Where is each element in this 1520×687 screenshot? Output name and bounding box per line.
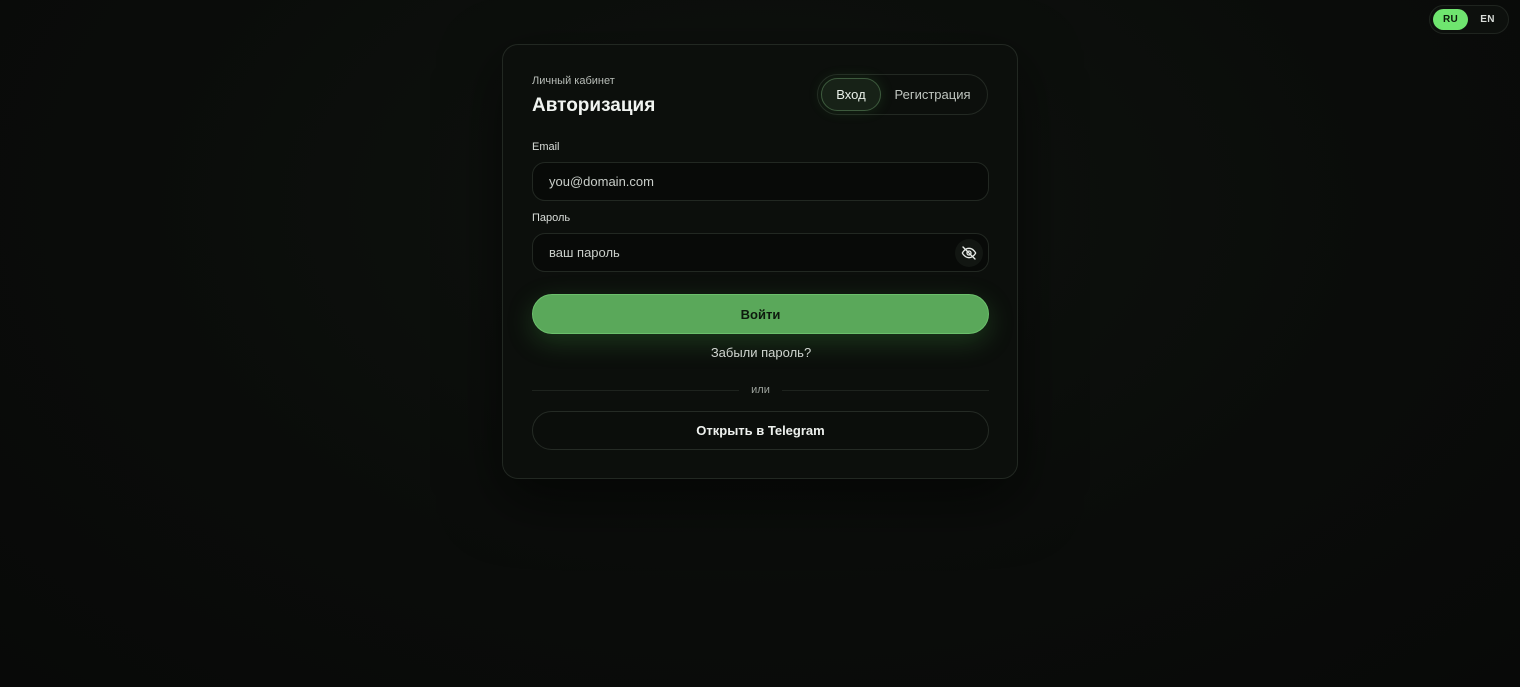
tab-register[interactable]: Регистрация xyxy=(881,78,984,111)
divider-label: или xyxy=(751,384,770,396)
auth-mode-tabs: Вход Регистрация xyxy=(817,74,988,115)
email-label: Email xyxy=(532,141,560,153)
divider-line-left xyxy=(532,389,740,391)
divider-line-right xyxy=(781,389,989,391)
eye-off-icon xyxy=(961,245,977,260)
email-field[interactable] xyxy=(547,173,974,190)
tab-login[interactable]: Вход xyxy=(821,78,881,111)
email-field-wrap xyxy=(532,162,989,201)
lang-ru-button[interactable]: RU xyxy=(1433,9,1468,30)
divider: или xyxy=(532,382,989,398)
language-switch: RU EN xyxy=(1429,5,1509,34)
lang-en-button[interactable]: EN xyxy=(1470,9,1505,30)
page: RU EN Личный кабинет Авторизация Вход Ре… xyxy=(0,0,1520,687)
password-label: Пароль xyxy=(532,212,571,224)
password-field[interactable] xyxy=(547,244,955,261)
forgot-password-link[interactable]: Забыли пароль? xyxy=(503,345,1019,360)
password-field-wrap xyxy=(532,233,989,272)
login-button[interactable]: Войти xyxy=(532,294,989,334)
auth-card: Личный кабинет Авторизация Вход Регистра… xyxy=(502,44,1018,479)
toggle-password-visibility-button[interactable] xyxy=(955,238,983,267)
open-in-telegram-button[interactable]: Открыть в Telegram xyxy=(532,411,989,450)
page-title: Авторизация xyxy=(532,95,656,116)
card-subtitle: Личный кабинет xyxy=(532,75,615,87)
